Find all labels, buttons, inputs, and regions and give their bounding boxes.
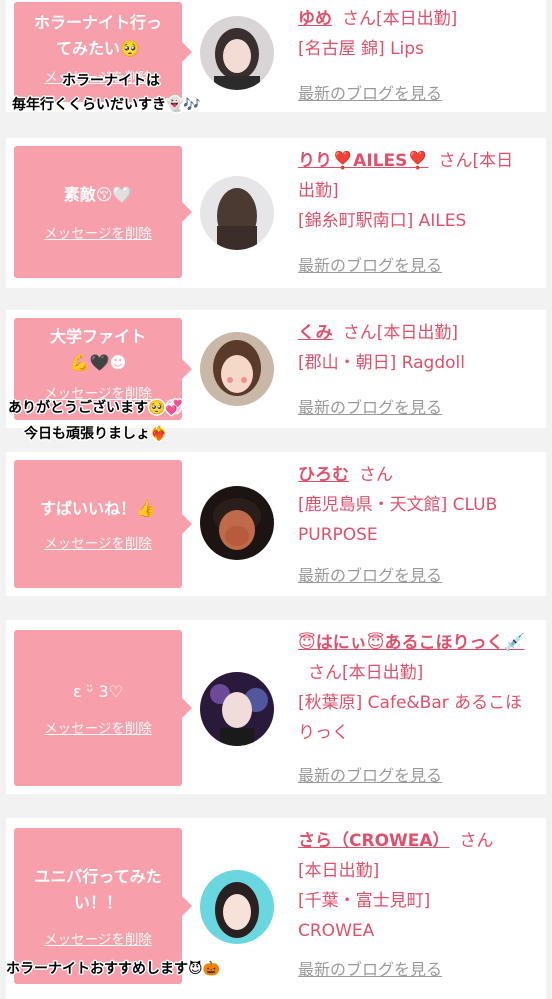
message-card: ε ᵕ̈ 3♡ メッセージを削除 😇はにぃ😇あるこほりっく💉 さん[本日出勤] [… (6, 620, 546, 794)
latest-blog-link[interactable]: 最新のブログを見る (298, 762, 442, 786)
avatar-photo (200, 486, 274, 560)
cast-info: ゆめ さん[本日出勤] [名古屋 錦] Lips (298, 4, 530, 64)
shop-location: [千葉・富士見町] CROWEA (298, 891, 431, 941)
message-text: ε ᵕ̈ 3♡ (73, 682, 123, 701)
delete-message-link[interactable]: メッセージを削除 (44, 222, 152, 242)
shift-status: [本日出勤] (376, 323, 458, 343)
message-text: 素敵😚🤍 (63, 185, 133, 204)
cast-info: くみ さん[本日出勤] [郡山・朝日] Ragdoll (298, 318, 530, 378)
latest-blog-link[interactable]: 最新のブログを見る (298, 562, 442, 586)
cast-info: さら（CROWEA） さん [本日出勤] [千葉・富士見町] CROWEA (298, 826, 530, 946)
overlay-line: 毎年行くくらいだいすき👻🎶 (12, 97, 201, 113)
cast-name-link[interactable]: りり❣️AILES❣️ (298, 151, 429, 171)
cast-name-link[interactable]: ひろむ (298, 465, 349, 485)
honorific: さん (459, 831, 494, 851)
latest-blog-link[interactable]: 最新のブログを見る (298, 394, 442, 418)
avatar[interactable] (200, 486, 274, 560)
avatar[interactable] (200, 176, 274, 250)
shop-location: [錦糸町駅南口] AILES (298, 211, 467, 231)
cast-name-link[interactable]: ゆめ (298, 9, 332, 29)
honorific: さん (342, 9, 376, 29)
avatar-photo (200, 16, 274, 90)
shop-location: [名古屋 錦] Lips (298, 39, 424, 59)
delete-message-link[interactable]: メッセージを削除 (44, 928, 152, 948)
cast-name-link[interactable]: くみ (298, 323, 333, 343)
message-card: 素敵😚🤍 メッセージを削除 りり❣️AILES❣️ さん[本日出勤] [錦糸町駅南… (6, 138, 546, 288)
avatar[interactable] (200, 332, 274, 406)
avatar[interactable] (200, 16, 274, 90)
overlay-caption: ホラーナイトは (62, 70, 160, 92)
honorific: さん (342, 323, 377, 343)
delete-message-link[interactable]: メッセージを削除 (44, 717, 152, 737)
shop-location: [秋葉原] Cafe&Bar あるこほりっく (298, 693, 523, 743)
honorific: さん (359, 465, 393, 485)
cast-name-link[interactable]: さら（CROWEA） (298, 831, 450, 851)
avatar-photo (200, 672, 274, 746)
cast-info: りり❣️AILES❣️ さん[本日出勤] [錦糸町駅南口] AILES (298, 146, 530, 236)
cast-info: 😇はにぃ😇あるこほりっく💉 さん[本日出勤] [秋葉原] Cafe&Bar あるこ… (298, 628, 530, 748)
overlay-caption: ホラーナイトおすすめします😈🎃 (6, 958, 220, 980)
overlay-line: ありがとうございます🥺💞 (8, 400, 183, 416)
message-bubble: ε ᵕ̈ 3♡ メッセージを削除 (14, 630, 192, 786)
latest-blog-link[interactable]: 最新のブログを見る (298, 252, 442, 276)
message-text: ホラーナイト行ってみたい🥺 (33, 13, 162, 58)
shift-status: [本日出勤] (342, 663, 424, 683)
avatar-photo (200, 870, 274, 944)
avatar-photo (200, 176, 274, 250)
overlay-caption: ありがとうございます🥺💞 (8, 397, 183, 419)
message-text: すばいいね！👍 (40, 499, 156, 518)
overlay-line: ホラーナイトは (62, 73, 160, 89)
avatar[interactable] (200, 672, 274, 746)
shift-status: [本日出勤] (376, 9, 458, 29)
overlay-line: ホラーナイトおすすめします😈🎃 (6, 961, 221, 977)
latest-blog-link[interactable]: 最新のブログを見る (298, 80, 442, 104)
delete-message-link[interactable]: メッセージを削除 (44, 532, 152, 552)
honorific: さん (438, 151, 473, 171)
latest-blog-link[interactable]: 最新のブログを見る (298, 956, 442, 980)
shift-status: [本日出勤] (298, 861, 380, 881)
avatar-photo (200, 332, 274, 406)
shop-location: [鹿児島県・天文館] CLUB PURPOSE (298, 495, 498, 545)
honorific: さん (308, 663, 342, 683)
message-card: すばいいね！👍 メッセージを削除 ひろむ さん [鹿児島県・天文館] CLUB P… (6, 452, 546, 596)
shop-location: [郡山・朝日] Ragdoll (298, 353, 465, 373)
overlay-caption: 今日も頑張りましょ❤️‍🔥 (24, 423, 167, 445)
overlay-caption: 毎年行くくらいだいすき👻🎶 (12, 94, 201, 116)
avatar[interactable] (200, 870, 274, 944)
message-text: 大学ファイト💪🖤☻ (49, 327, 146, 372)
message-bubble: 素敵😚🤍 メッセージを削除 (14, 146, 192, 278)
message-text: ユニバ行ってみたい！！ (34, 867, 162, 912)
cast-info: ひろむ さん [鹿児島県・天文館] CLUB PURPOSE (298, 460, 530, 550)
message-bubble: すばいいね！👍 メッセージを削除 (14, 460, 192, 588)
cast-name-link[interactable]: 😇はにぃ😇あるこほりっく💉 (298, 633, 525, 653)
overlay-line: 今日も頑張りましょ❤️‍🔥 (24, 426, 168, 442)
